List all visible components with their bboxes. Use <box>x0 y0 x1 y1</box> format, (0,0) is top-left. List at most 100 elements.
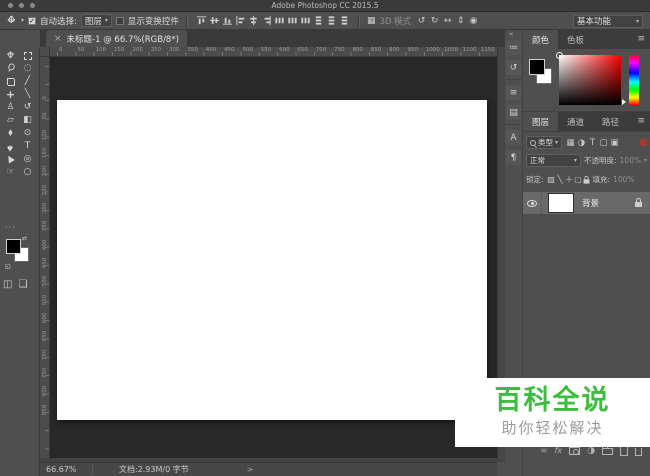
status-options-chevron-icon[interactable]: > <box>247 465 254 474</box>
panel-menu-icon[interactable]: ≡ <box>637 34 645 44</box>
ruler-label: 50 <box>42 112 48 120</box>
foreground-color-swatch[interactable] <box>6 239 21 254</box>
screen-mode-icon[interactable]: ❏ <box>18 279 27 290</box>
quick-mask-mode-icon[interactable]: ◫ <box>3 279 12 290</box>
new-layer-icon[interactable] <box>620 445 628 456</box>
adjustment-layer-icon[interactable]: ◑ <box>587 446 595 456</box>
saturation-brightness-field[interactable] <box>559 55 621 105</box>
show-transform-checkbox[interactable] <box>115 16 124 25</box>
lasso-tool[interactable]: Ϙ <box>2 62 19 75</box>
crop-tool[interactable] <box>2 75 19 88</box>
layer-name[interactable]: 背景 <box>582 197 599 209</box>
align-horizontal-centers-icon[interactable] <box>247 14 260 27</box>
lock-artboard-icon[interactable]: ▢ <box>574 175 583 184</box>
quick-selection-tool[interactable]: ◌╲ <box>19 62 69 119</box>
foreground-color-well[interactable] <box>529 59 545 75</box>
distribute-spacing-icon[interactable]: ▦ <box>367 16 376 26</box>
lock-transparent-pixels-icon[interactable]: ▨ <box>547 175 556 184</box>
distribute-horizontal-centers-icon[interactable] <box>325 14 338 27</box>
auto-select-checkbox[interactable]: ✓ <box>28 16 37 25</box>
ellipse-tool[interactable]: ◎ <box>19 153 36 166</box>
eraser-tool[interactable]: ▱ <box>2 114 19 127</box>
properties-panel-icon[interactable]: ≡ <box>506 85 521 100</box>
tab-layers[interactable]: 图层 <box>523 112 559 131</box>
slide-3d-icon[interactable]: ⇕ <box>454 16 467 26</box>
default-colors-icon[interactable]: ◱ <box>5 263 11 270</box>
filter-adjustment-layers-icon[interactable]: ◑ <box>576 138 587 148</box>
align-bottom-edges-icon[interactable] <box>221 14 234 27</box>
align-right-edges-icon[interactable] <box>260 14 273 27</box>
layer-row-background[interactable]: 背景 <box>523 192 650 214</box>
layer-visibility-toggle[interactable] <box>523 192 542 214</box>
filter-smart-objects-icon[interactable]: ▣ <box>609 138 620 148</box>
scale-3d-icon[interactable]: ◉ <box>467 16 480 26</box>
rectangular-marquee-tool[interactable] <box>19 49 36 62</box>
adjustments-panel-icon[interactable]: ≔ <box>506 40 521 55</box>
character-panel-icon[interactable]: A <box>506 130 521 145</box>
edit-toolbar-icon[interactable]: ··· <box>5 223 16 232</box>
expand-panels-icon[interactable]: « <box>509 30 513 38</box>
hand-tool[interactable]: ☞ <box>2 166 19 179</box>
tab-color[interactable]: 颜色 <box>523 30 559 49</box>
zoom-level-field[interactable]: 66.67% <box>46 465 92 474</box>
distribute-right-edges-icon[interactable] <box>338 14 351 27</box>
brush-tool[interactable]: ╲ <box>19 88 36 101</box>
align-left-edges-icon[interactable] <box>234 14 247 27</box>
blend-mode-dropdown[interactable]: 正常 ▾ <box>526 154 581 167</box>
tab-paths[interactable]: 路径 <box>593 112 628 131</box>
distribute-vertical-centers-icon[interactable] <box>286 14 299 27</box>
close-tab-icon[interactable]: × <box>54 34 62 44</box>
libraries-panel-icon[interactable]: ▤ <box>506 105 521 120</box>
tab-swatches[interactable]: 色板 <box>558 30 593 49</box>
layer-filter-kind-dropdown[interactable]: 类型 ▾ <box>526 136 563 149</box>
panel-menu-icon[interactable]: ≡ <box>637 116 645 126</box>
auto-select-target-dropdown[interactable]: 图层 ▾ <box>80 14 112 27</box>
link-layers-icon[interactable]: ∞ <box>540 446 548 456</box>
dodge-tool[interactable]: ⊙ <box>19 127 36 140</box>
eyedropper-tool[interactable]: ╱ <box>19 75 36 88</box>
blur-tool[interactable]: ◆ <box>2 127 19 140</box>
layer-thumbnail[interactable] <box>548 193 574 213</box>
document-canvas[interactable] <box>57 100 487 420</box>
history-brush-tool[interactable]: ↺ <box>19 101 36 114</box>
layer-mask-icon[interactable] <box>569 446 581 455</box>
filter-shape-layers-icon[interactable]: ▢ <box>598 138 609 148</box>
roll-3d-icon[interactable]: ↻ <box>428 16 441 26</box>
distribute-left-edges-icon[interactable] <box>312 14 325 27</box>
path-selection-tool[interactable]: ▲ <box>2 153 19 166</box>
filter-type-layers-icon[interactable]: T <box>587 138 598 148</box>
lock-position-icon[interactable]: ＋ <box>565 174 574 185</box>
spot-healing-brush-tool[interactable]: + <box>2 88 19 101</box>
pen-tool[interactable]: ♠ <box>2 140 19 153</box>
move-tool[interactable]: ↔ ↕ <box>2 49 19 62</box>
color-panel-body <box>523 49 650 111</box>
gradient-tool[interactable]: ◧ <box>19 114 36 127</box>
history-panel-icon[interactable]: ↺ <box>506 60 521 75</box>
document-tab[interactable]: × 未标题-1 @ 66.7%(RGB/8*) <box>46 30 187 47</box>
workspace-switcher[interactable]: 基本功能 ▾ <box>573 14 643 28</box>
orbit-3d-icon[interactable]: ↺ <box>415 16 428 26</box>
tab-channels[interactable]: 通道 <box>558 112 593 131</box>
align-top-edges-icon[interactable] <box>195 14 208 27</box>
fill-value[interactable]: 100% <box>613 175 634 184</box>
delete-layer-icon[interactable] <box>634 445 643 456</box>
layer-style-icon[interactable]: fx <box>555 446 563 455</box>
lock-image-pixels-icon[interactable]: ╲ <box>556 175 565 184</box>
hue-slider[interactable] <box>629 55 639 105</box>
horizontal-type-tool[interactable]: T <box>19 140 36 153</box>
filter-pixel-layers-icon[interactable]: ▦ <box>565 138 576 148</box>
clone-stamp-tool[interactable]: ♙ <box>2 101 19 114</box>
align-vertical-centers-icon[interactable] <box>208 14 221 27</box>
zoom-tool[interactable]: ○╲ <box>19 166 69 223</box>
opacity-value[interactable]: 100% <box>620 156 641 165</box>
layer-filter-toggle[interactable] <box>640 139 647 146</box>
ruler-label: 0 <box>59 47 63 53</box>
swap-colors-icon[interactable]: ⇄ <box>22 235 27 242</box>
drag-3d-icon[interactable]: ↔ <box>441 16 454 26</box>
tool-preset-chevron-icon[interactable]: ▾ <box>21 17 24 24</box>
distribute-bottom-edges-icon[interactable] <box>299 14 312 27</box>
paragraph-panel-icon[interactable]: ¶ <box>506 150 521 165</box>
new-group-icon[interactable] <box>602 446 613 455</box>
distribute-top-edges-icon[interactable] <box>273 14 286 27</box>
lock-all-icon[interactable] <box>583 175 590 184</box>
